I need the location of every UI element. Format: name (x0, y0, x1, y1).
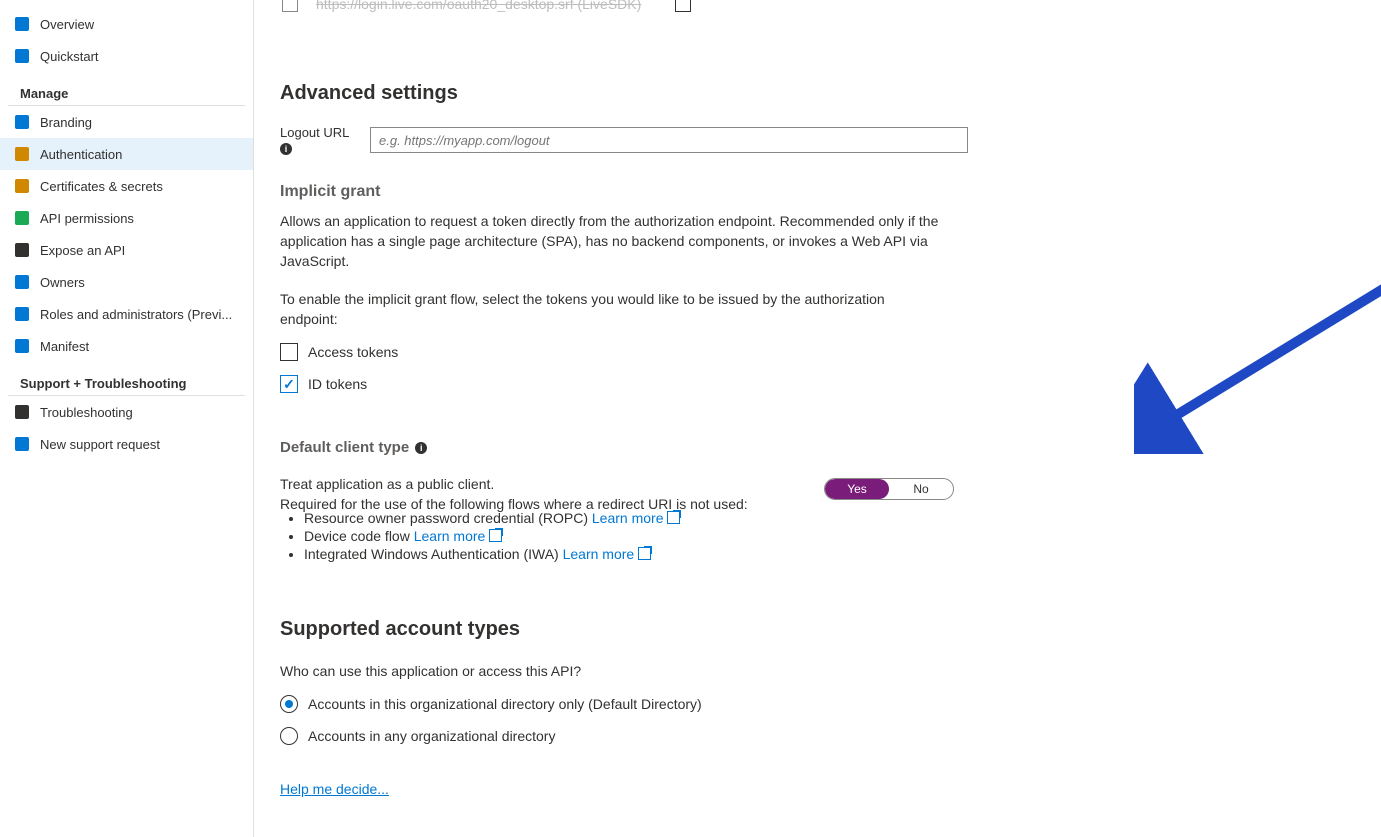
accounts-this-org-label: Accounts in this organizational director… (308, 696, 702, 712)
sidebar-icon (14, 146, 30, 162)
sidebar-item-api-permissions[interactable]: API permissions (0, 202, 253, 234)
redirect-uri-row: https://login.live.com/oauth20_desktop.s… (280, 0, 1355, 12)
sidebar-group-manage: Manage (8, 72, 245, 106)
sidebar-item-roles-and-administrators-previ-[interactable]: Roles and administrators (Previ... (0, 298, 253, 330)
accounts-any-org-radio[interactable] (280, 727, 298, 745)
sidebar-item-label: Roles and administrators (Previ... (40, 307, 232, 322)
accounts-any-org-label: Accounts in any organizational directory (308, 728, 555, 744)
sidebar-item-label: Expose an API (40, 243, 125, 258)
sidebar-item-label: Branding (40, 115, 92, 130)
sidebar-item-quickstart[interactable]: Quickstart (0, 40, 253, 72)
sidebar-item-label: Certificates & secrets (40, 179, 163, 194)
sidebar-icon (14, 48, 30, 64)
flow-ropc: Resource owner password credential (ROPC… (304, 510, 1355, 526)
accounts-any-org-row[interactable]: Accounts in any organizational directory (280, 727, 1355, 745)
implicit-enable-text: To enable the implicit grant flow, selec… (280, 289, 940, 329)
flow-device-code: Device code flow Learn more (304, 528, 1355, 544)
sidebar-group-support: Support + Troubleshooting (8, 362, 245, 396)
sidebar-icon (14, 306, 30, 322)
public-client-toggle[interactable]: Yes No (824, 478, 954, 500)
sidebar-item-label: Authentication (40, 147, 122, 162)
id-tokens-checkbox[interactable]: ✓ (280, 375, 298, 393)
help-me-decide-link[interactable]: Help me decide... (280, 781, 389, 797)
id-tokens-label: ID tokens (308, 376, 367, 392)
access-tokens-label: Access tokens (308, 344, 398, 360)
sidebar-item-branding[interactable]: Branding (0, 106, 253, 138)
main-content: https://login.live.com/oauth20_desktop.s… (254, 0, 1381, 837)
flow-iwa: Integrated Windows Authentication (IWA) … (304, 546, 1355, 562)
sidebar-item-label: API permissions (40, 211, 134, 226)
redirect-uri-checkbox[interactable] (282, 0, 298, 12)
sidebar-item-label: Troubleshooting (40, 405, 133, 420)
access-tokens-checkbox[interactable] (280, 343, 298, 361)
sidebar-icon (14, 274, 30, 290)
sidebar-item-expose-an-api[interactable]: Expose an API (0, 234, 253, 266)
learn-more-link[interactable]: Learn more (563, 546, 652, 562)
sidebar-icon (14, 436, 30, 452)
sidebar-icon (14, 404, 30, 420)
logout-url-input[interactable] (370, 127, 968, 153)
access-tokens-row[interactable]: Access tokens (280, 343, 1355, 361)
logout-url-label: Logout URL i (280, 125, 370, 155)
supported-account-types-heading: Supported account types (280, 618, 1355, 641)
sidebar-item-troubleshooting[interactable]: Troubleshooting (0, 396, 253, 428)
advanced-settings-heading: Advanced settings (280, 82, 1355, 105)
sidebar-item-overview[interactable]: Overview (0, 8, 253, 40)
id-tokens-row[interactable]: ✓ ID tokens (280, 375, 1355, 393)
redirect-uri-text: https://login.live.com/oauth20_desktop.s… (316, 0, 641, 12)
sidebar-item-label: Owners (40, 275, 85, 290)
sidebar-item-owners[interactable]: Owners (0, 266, 253, 298)
info-icon[interactable]: i (280, 143, 292, 155)
supported-account-types-desc: Who can use this application or access t… (280, 661, 940, 681)
sidebar-icon (14, 114, 30, 130)
sidebar-item-label: New support request (40, 437, 160, 452)
learn-more-link[interactable]: Learn more (592, 510, 681, 526)
sidebar-item-authentication[interactable]: Authentication (0, 138, 253, 170)
implicit-grant-heading: Implicit grant (280, 183, 1355, 201)
toggle-yes[interactable]: Yes (825, 479, 889, 499)
sidebar-item-label: Overview (40, 17, 94, 32)
sidebar-item-new-support-request[interactable]: New support request (0, 428, 253, 460)
sidebar-item-label: Manifest (40, 339, 89, 354)
sidebar: Overview Quickstart Manage Branding Authen… (0, 0, 254, 837)
accounts-this-org-radio[interactable] (280, 695, 298, 713)
sidebar-item-certificates-secrets[interactable]: Certificates & secrets (0, 170, 253, 202)
sidebar-icon (14, 16, 30, 32)
toggle-no[interactable]: No (889, 479, 953, 499)
copy-icon[interactable] (675, 0, 691, 12)
implicit-grant-desc: Allows an application to request a token… (280, 211, 940, 271)
default-client-type-heading: Default client type i (280, 439, 433, 456)
learn-more-link[interactable]: Learn more (414, 528, 503, 544)
external-link-icon (638, 547, 651, 560)
external-link-icon (667, 511, 680, 524)
sidebar-icon (14, 242, 30, 258)
sidebar-icon (14, 210, 30, 226)
sidebar-item-label: Quickstart (40, 49, 99, 64)
sidebar-icon (14, 338, 30, 354)
external-link-icon (489, 529, 502, 542)
sidebar-item-manifest[interactable]: Manifest (0, 330, 253, 362)
flows-list: Resource owner password credential (ROPC… (304, 510, 1355, 562)
sidebar-icon (14, 178, 30, 194)
info-icon[interactable]: i (415, 442, 427, 454)
accounts-this-org-row[interactable]: Accounts in this organizational director… (280, 695, 1355, 713)
